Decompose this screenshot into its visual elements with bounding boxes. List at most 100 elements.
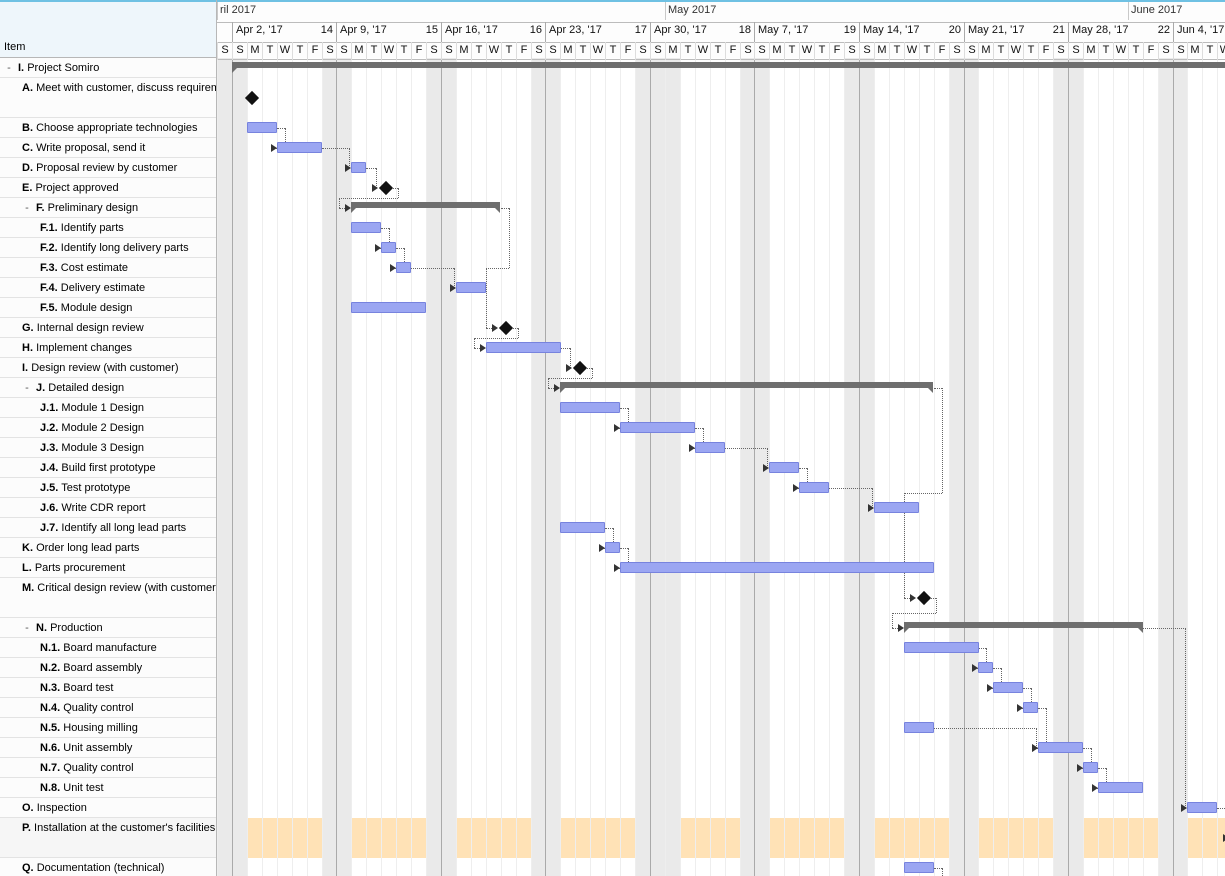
task-row[interactable]: I. Design review (with customer) (0, 358, 216, 378)
task-row[interactable]: J.3. Module 3 Design (0, 438, 216, 458)
day-label: M (456, 42, 471, 60)
task-prefix: J.5. (40, 482, 58, 494)
task-row[interactable]: J.7. Identify all long lead parts (0, 518, 216, 538)
task-row[interactable]: F.3. Cost estimate (0, 258, 216, 278)
gantt-bar[interactable] (351, 222, 381, 233)
gantt-bar[interactable] (456, 282, 486, 293)
task-row[interactable]: L. Parts procurement (0, 558, 216, 578)
gantt-bar[interactable] (560, 402, 620, 413)
day-label: W (590, 42, 605, 60)
gantt-bar[interactable] (904, 722, 934, 733)
task-row[interactable]: N.1. Board manufacture (0, 638, 216, 658)
gantt-bar[interactable] (351, 162, 366, 173)
collapse-icon[interactable]: - (22, 381, 32, 395)
gantt-bar[interactable] (904, 862, 934, 873)
gantt-bar[interactable] (978, 662, 993, 673)
task-row[interactable]: F.4. Delivery estimate (0, 278, 216, 298)
task-row[interactable]: N.4. Quality control (0, 698, 216, 718)
gantt-bar[interactable] (486, 342, 561, 353)
task-row[interactable]: B. Choose appropriate technologies (0, 118, 216, 138)
gantt-bar[interactable] (874, 502, 919, 513)
task-row[interactable]: F.2. Identify long delivery parts (0, 238, 216, 258)
task-row[interactable]: A. Meet with customer, discuss requireme… (0, 78, 216, 118)
task-row[interactable]: -I. Project Somiro (0, 58, 216, 78)
task-prefix: C. (22, 142, 33, 154)
task-name: Production (50, 622, 103, 634)
day-label: S (740, 42, 755, 60)
task-row[interactable]: M. Critical design review (with customer… (0, 578, 216, 618)
gantt-bar[interactable] (993, 682, 1023, 693)
task-prefix: J.1. (40, 402, 58, 414)
task-row[interactable]: J.6. Write CDR report (0, 498, 216, 518)
gantt-bar[interactable] (1098, 782, 1143, 793)
gantt-bar[interactable] (1038, 742, 1083, 753)
gantt-bar[interactable] (799, 482, 829, 493)
collapse-icon[interactable]: - (4, 61, 14, 75)
gantt-bar[interactable] (381, 242, 396, 253)
day-label: S (1158, 42, 1173, 60)
day-label: W (904, 42, 919, 60)
gantt-bar[interactable] (904, 642, 979, 653)
gantt-bar[interactable] (396, 262, 411, 273)
task-row[interactable]: -N. Production (0, 618, 216, 638)
task-row[interactable]: N.2. Board assembly (0, 658, 216, 678)
gantt-bar[interactable] (1023, 702, 1038, 713)
task-name: Identify parts (61, 222, 124, 234)
task-prefix: F.5. (40, 302, 58, 314)
collapse-icon[interactable]: - (22, 201, 32, 215)
day-label: T (292, 42, 307, 60)
task-row[interactable]: O. Inspection (0, 798, 216, 818)
gantt-summary[interactable] (560, 382, 933, 388)
task-row[interactable]: D. Proposal review by customer (0, 158, 216, 178)
task-row[interactable]: -F. Preliminary design (0, 198, 216, 218)
task-row[interactable]: -J. Detailed design (0, 378, 216, 398)
task-row[interactable]: C. Write proposal, send it (0, 138, 216, 158)
gantt-bar[interactable] (605, 542, 620, 553)
task-row[interactable]: G. Internal design review (0, 318, 216, 338)
gantt-bar[interactable] (620, 562, 934, 573)
task-prefix: D. (22, 162, 33, 174)
gantt-bar[interactable] (560, 522, 605, 533)
task-row[interactable]: J.4. Build first prototype (0, 458, 216, 478)
task-row[interactable]: Q. Documentation (technical) (0, 858, 216, 876)
gantt-bar[interactable] (351, 302, 426, 313)
day-label: S (964, 42, 979, 60)
task-name: Unit assembly (63, 742, 132, 754)
task-name: Quality control (63, 702, 133, 714)
week-number: 20 (946, 24, 961, 36)
gantt-bar[interactable] (620, 422, 695, 433)
task-row[interactable]: F.1. Identify parts (0, 218, 216, 238)
task-row[interactable]: N.7. Quality control (0, 758, 216, 778)
task-row[interactable]: N.3. Board test (0, 678, 216, 698)
gantt-summary[interactable] (904, 622, 1143, 628)
gantt-bar[interactable] (769, 462, 799, 473)
gantt-summary[interactable] (351, 202, 500, 208)
week-number: 19 (841, 24, 856, 36)
task-row[interactable]: N.6. Unit assembly (0, 738, 216, 758)
task-name: Write CDR report (61, 502, 145, 514)
day-label: F (307, 42, 322, 60)
task-row[interactable]: F.5. Module design (0, 298, 216, 318)
task-row[interactable]: N.5. Housing milling (0, 718, 216, 738)
task-row[interactable]: N.8. Unit test (0, 778, 216, 798)
task-row[interactable]: P. Installation at the customer's facili… (0, 818, 216, 858)
gantt-bar[interactable] (1187, 802, 1217, 813)
task-row[interactable]: E. Project approved (0, 178, 216, 198)
week-number: 16 (527, 24, 542, 36)
gantt-bar[interactable] (247, 122, 277, 133)
gantt-bar[interactable] (695, 442, 725, 453)
day-label: S (232, 42, 247, 60)
gantt-bar[interactable] (277, 142, 322, 153)
day-label: T (366, 42, 381, 60)
task-row[interactable]: K. Order long lead parts (0, 538, 216, 558)
gantt-summary[interactable] (232, 62, 1225, 68)
task-prefix: F. (36, 202, 45, 214)
collapse-icon[interactable]: - (22, 621, 32, 635)
task-prefix: I. (22, 362, 28, 374)
month-label: June 2017 (1131, 4, 1182, 20)
task-row[interactable]: J.2. Module 2 Design (0, 418, 216, 438)
gantt-bar[interactable] (1083, 762, 1098, 773)
task-row[interactable]: J.1. Module 1 Design (0, 398, 216, 418)
task-row[interactable]: J.5. Test prototype (0, 478, 216, 498)
task-row[interactable]: H. Implement changes (0, 338, 216, 358)
